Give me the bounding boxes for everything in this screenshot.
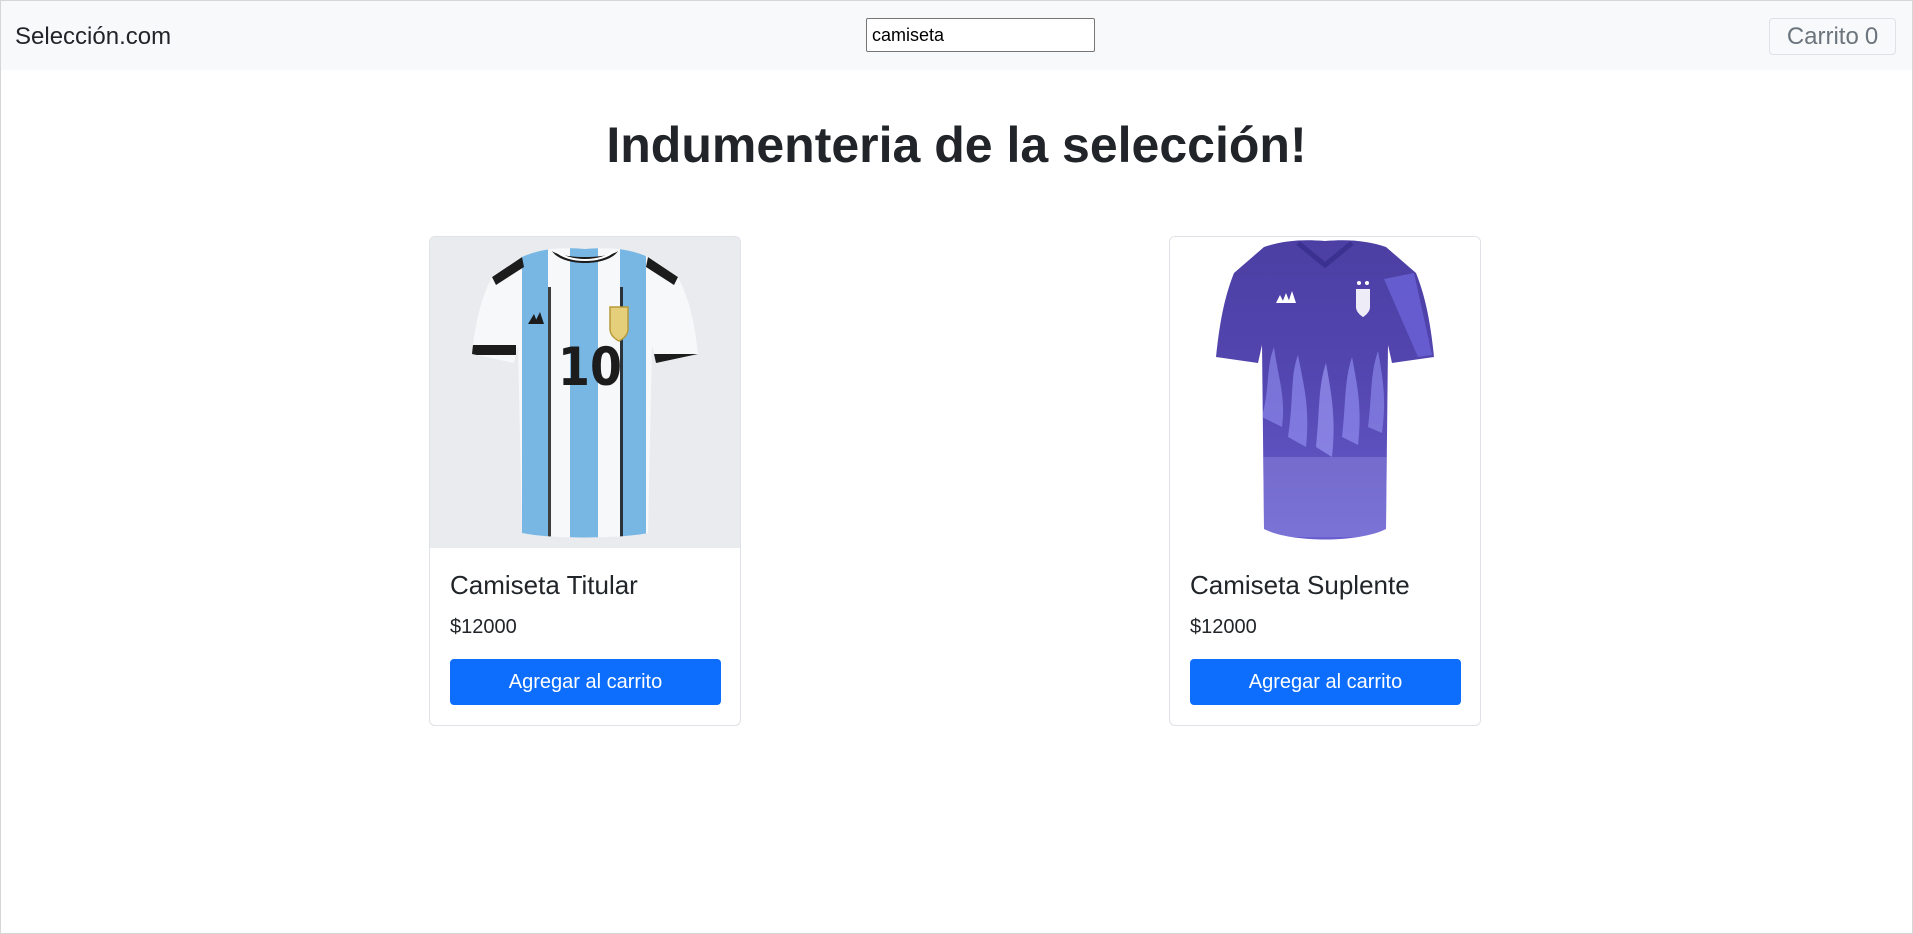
product-name: Camiseta Titular (450, 570, 638, 600)
svg-text:10: 10 (558, 336, 622, 398)
cart-count: 0 (1864, 22, 1879, 50)
product-price: $12000 (1190, 616, 1257, 638)
add-to-cart-button[interactable]: Agregar al carrito (450, 659, 721, 705)
product-price: $12000 (450, 616, 517, 638)
argentina-home-jersey-image: 10 (430, 237, 740, 548)
cart-button[interactable]: Carrito 0 (1769, 18, 1896, 55)
add-to-cart-button[interactable]: Agregar al carrito (1190, 659, 1461, 705)
brand-link[interactable]: Selección.com (15, 21, 171, 53)
navbar: Selección.com Carrito 0 (1, 1, 1912, 70)
product-name: Camiseta Suplente (1190, 570, 1410, 600)
argentina-away-jersey-image (1170, 237, 1480, 548)
product-card: 10 Camiseta Titular $12000 Agregar al ca… (429, 236, 741, 726)
page-title: Indumenteria de la selección! (606, 117, 1307, 173)
page: Selección.com Carrito 0 Indumenteria de … (0, 0, 1913, 934)
search-input[interactable] (866, 18, 1095, 52)
product-card: Camiseta Suplente $12000 Agregar al carr… (1169, 236, 1481, 726)
cart-label: Carrito (1786, 22, 1859, 50)
